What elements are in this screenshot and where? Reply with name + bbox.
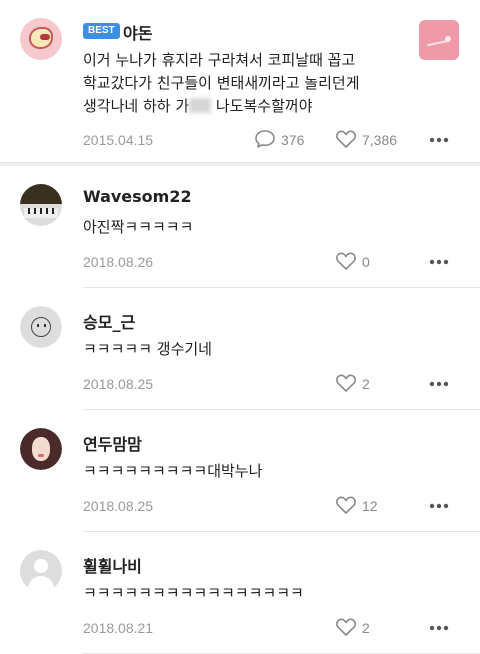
author-name[interactable]: 연두맘맘: [83, 431, 142, 455]
best-badge: BEST: [83, 23, 120, 39]
more-dots-icon[interactable]: [429, 503, 449, 509]
comment-item: Wavesom22 아진짝ㅋㅋㅋㅋㅋ 2018.08.26 0: [0, 166, 480, 288]
comment-count: 376: [281, 132, 305, 148]
avatar[interactable]: [20, 18, 62, 60]
heart-icon[interactable]: [335, 373, 357, 393]
like-count: 0: [362, 254, 370, 270]
comment-date: 2015.04.15: [83, 132, 154, 148]
author-name[interactable]: 승모_근: [83, 309, 135, 333]
avatar[interactable]: [20, 306, 62, 348]
speech-bubble-icon[interactable]: [254, 129, 276, 149]
comment-date: 2018.08.26: [83, 254, 154, 270]
comment-item: 연두맘맘 ㅋㅋㅋㅋㅋㅋㅋㅋㅋ대박누나 2018.08.25 12: [0, 410, 480, 532]
comment-text: ㅋㅋㅋㅋㅋ 갱수기네: [83, 340, 212, 358]
comment-date: 2018.08.25: [83, 376, 154, 392]
like-count: 2: [362, 620, 370, 636]
comment-date: 2018.08.21: [83, 620, 154, 636]
like-count: 7,386: [362, 132, 398, 148]
comment-text: 이거 누나가 휴지라 구라쳐서 코피날때 꼽고 학교갔다가 친구들이 변태새끼라…: [83, 51, 360, 115]
comment-text: ㅋㅋㅋㅋㅋㅋㅋㅋㅋ대박누나: [83, 462, 263, 480]
comment-text: ㅋㅋㅋㅋㅋㅋㅋㅋㅋㅋㅋㅋㅋㅋㅋㅋ: [83, 584, 304, 602]
more-dots-icon[interactable]: [429, 259, 449, 265]
like-count: 12: [362, 498, 378, 514]
author-name[interactable]: 야돈: [123, 20, 152, 44]
comment-date: 2018.08.25: [83, 498, 154, 514]
comment-item: 승모_근 ㅋㅋㅋㅋㅋ 갱수기네 2018.08.25 2: [0, 288, 480, 410]
like-count: 2: [362, 376, 370, 392]
more-dots-icon[interactable]: [429, 137, 449, 143]
avatar[interactable]: [20, 184, 62, 226]
author-name[interactable]: 휠휠나비: [83, 553, 142, 577]
blurred-text: [189, 98, 212, 113]
more-dots-icon[interactable]: [429, 625, 449, 631]
comment-text: 아진짝ㅋㅋㅋㅋㅋ: [83, 218, 194, 236]
author-name[interactable]: Wavesom22: [83, 187, 192, 206]
heart-icon[interactable]: [335, 495, 357, 515]
avatar[interactable]: [20, 550, 62, 592]
avatar[interactable]: [20, 428, 62, 470]
best-comment: BEST 야돈 이거 누나가 휴지라 구라쳐서 코피날때 꼽고 학교갔다가 친구…: [0, 0, 480, 166]
more-dots-icon[interactable]: [429, 381, 449, 387]
heart-icon[interactable]: [335, 617, 357, 637]
heart-icon[interactable]: [335, 129, 357, 149]
post-thumbnail[interactable]: [419, 20, 459, 60]
comment-item: 휠휠나비 ㅋㅋㅋㅋㅋㅋㅋㅋㅋㅋㅋㅋㅋㅋㅋㅋ 2018.08.21 2: [0, 532, 480, 654]
heart-icon[interactable]: [335, 251, 357, 271]
